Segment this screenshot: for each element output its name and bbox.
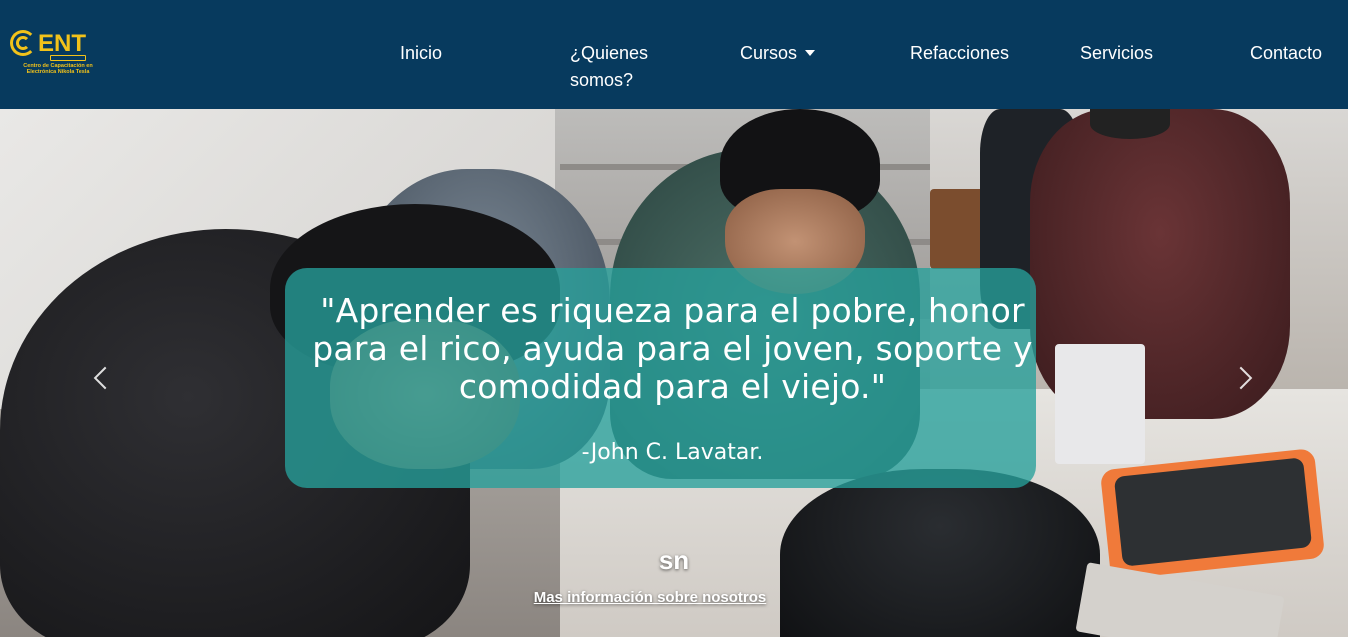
more-info-link[interactable]: Mas información sobre nosotros (0, 589, 1300, 606)
navbar: ENT Centro de Capacitación en Electrónic… (0, 0, 1348, 109)
photo-hair (1090, 109, 1170, 139)
nav-quienes-somos[interactable]: ¿Quienes somos? (570, 40, 660, 94)
logo-tagline: Centro de Capacitación en Electrónica Ni… (23, 63, 93, 75)
caret-down-icon (805, 50, 816, 56)
nav-contacto[interactable]: Contacto (1250, 40, 1322, 67)
carousel-slide-title: sn (658, 545, 690, 575)
nav-inicio[interactable]: Inicio (400, 40, 442, 67)
nav-servicios[interactable]: Servicios (1080, 40, 1153, 67)
nav-cursos-label: Cursos (740, 43, 798, 63)
nav-cursos[interactable]: Cursos (740, 40, 816, 67)
carousel-author: -John C. Lavatar. (581, 440, 764, 465)
logo-inner-ring-icon (16, 36, 30, 50)
logo-pen-icon (50, 55, 86, 61)
cent-logo[interactable]: ENT Centro de Capacitación en Electrónic… (10, 28, 100, 80)
nav-refacciones[interactable]: Refacciones (910, 40, 1009, 67)
carousel-quote: "Aprender es riqueza para el pobre, hono… (312, 291, 1033, 406)
logo-brand: ENT (38, 30, 86, 57)
photo-lamp (1055, 344, 1145, 464)
